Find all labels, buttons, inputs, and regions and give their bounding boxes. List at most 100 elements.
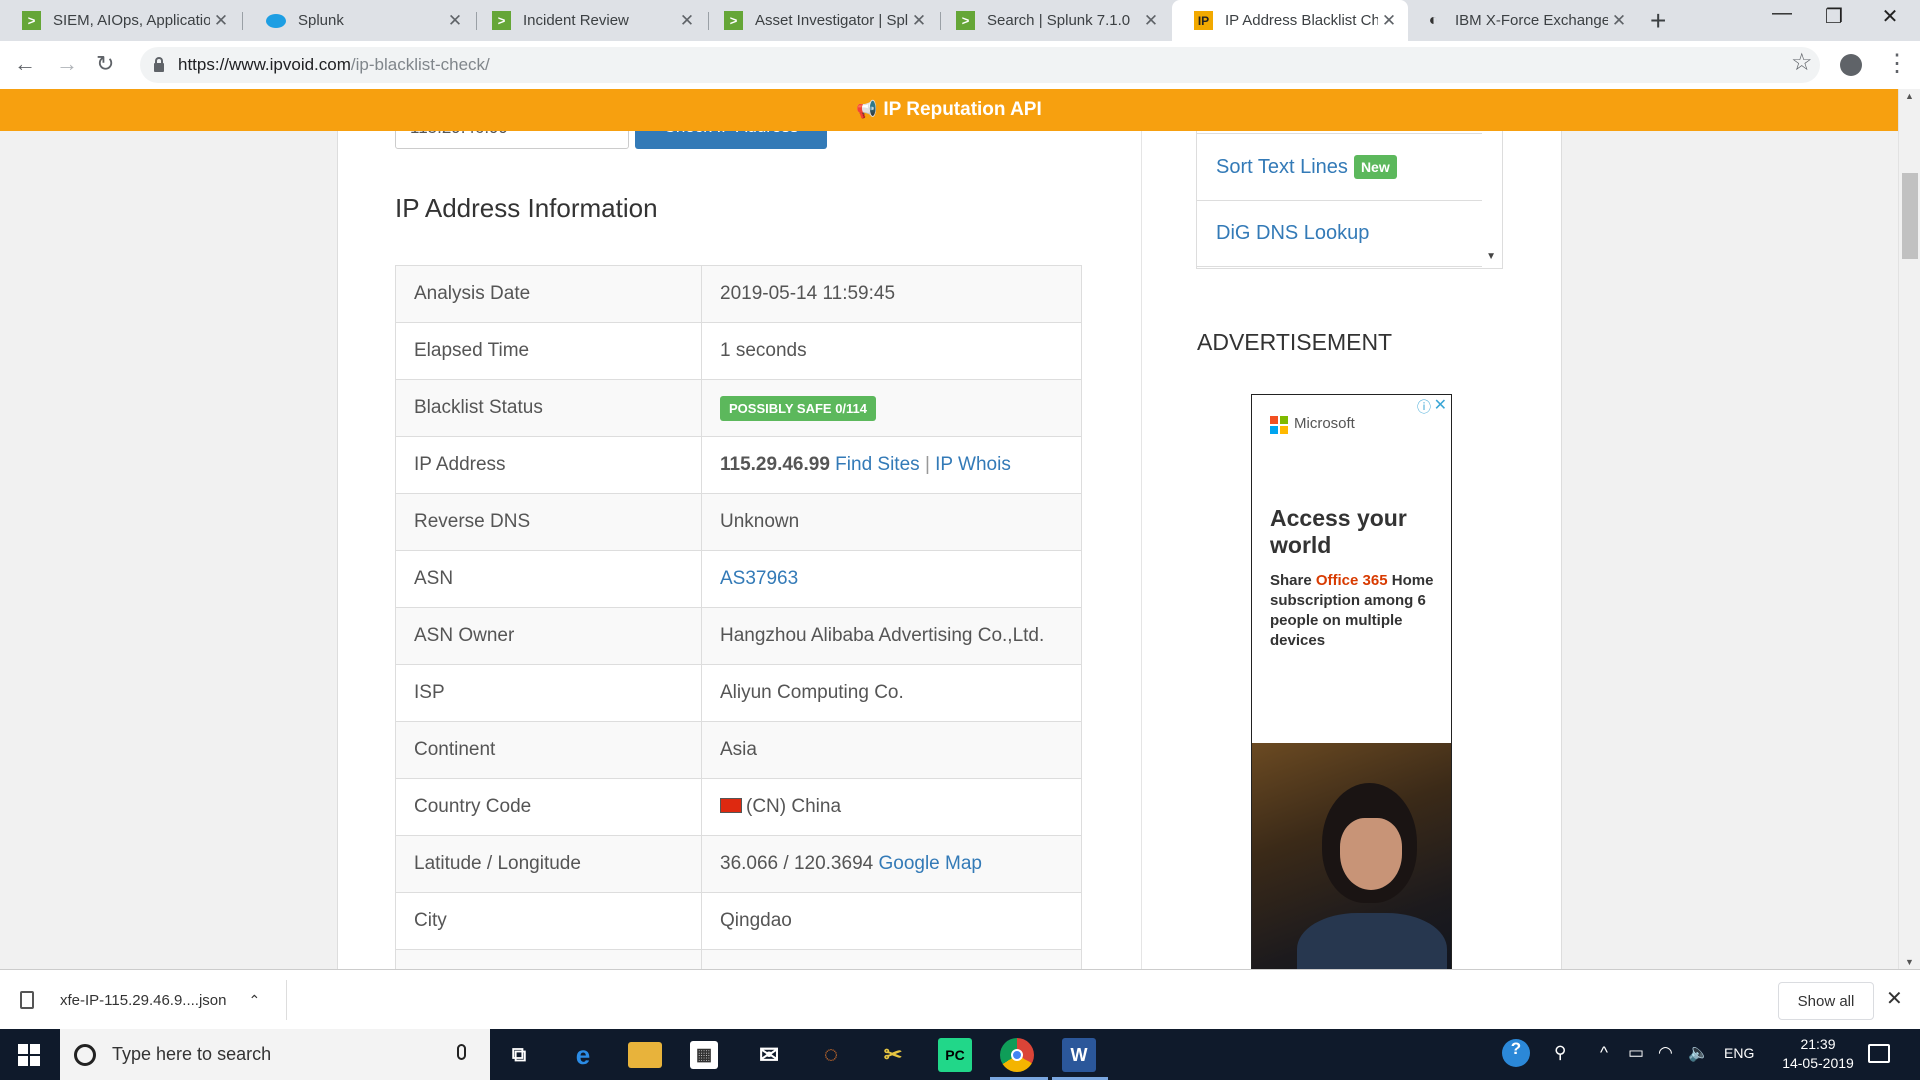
close-tab-icon[interactable]: ✕ (676, 11, 698, 31)
task-view-icon[interactable]: ⧉ (502, 1038, 536, 1072)
store-icon[interactable]: ▦ (690, 1041, 718, 1069)
download-item[interactable]: xfe-IP-115.29.46.9....json ⌃ (20, 982, 260, 1018)
tool-sort-text-lines[interactable]: Sort Text Lines New (1197, 133, 1482, 200)
adchoices-icon[interactable]: ⓘ (1417, 397, 1431, 417)
chevron-up-icon[interactable]: ^ (1600, 1043, 1608, 1063)
splunk-icon: > (956, 11, 975, 30)
splunk-icon: > (22, 11, 41, 30)
word-icon[interactable]: W (1062, 1038, 1096, 1072)
microsoft-ad[interactable]: ⓘ ✕ Microsoft Access your world Share Of… (1251, 394, 1452, 969)
salesforce-cloud-icon (266, 13, 286, 28)
ipvoid-icon: IP (1194, 11, 1213, 30)
url-path: /ip-blacklist-check/ (350, 55, 490, 74)
edge-icon[interactable]: e (566, 1038, 600, 1072)
google-map-link[interactable]: Google Map (878, 853, 982, 874)
jupyter-icon[interactable]: ◌ (814, 1038, 848, 1072)
scroll-down-arrow-icon[interactable]: ▼ (1905, 957, 1914, 967)
chrome-icon[interactable] (1000, 1038, 1034, 1072)
tab-search-splunk[interactable]: > Search | Splunk 7.1.0 ✕ (934, 0, 1170, 41)
back-arrow-icon[interactable]: ← (14, 51, 36, 77)
page-scrollbar[interactable]: ▲ ▼ (1898, 89, 1920, 969)
minimize-icon[interactable]: — (1762, 2, 1802, 25)
chevron-up-icon[interactable]: ⌃ (249, 992, 261, 1009)
windows-taskbar: Type here to search ⧉ e ▦ ✉ ◌ ✂ PC W ? ⚲… (0, 1029, 1920, 1080)
cortana-icon (74, 1043, 96, 1066)
elapsed-time-value: 1 seconds (701, 322, 1082, 380)
tab-incident-review[interactable]: > Incident Review ✕ (470, 0, 706, 41)
tab-splunk[interactable]: Splunk ✕ (244, 0, 474, 41)
microphone-icon[interactable] (457, 1044, 466, 1060)
menu-kebab-icon[interactable]: ⋮ (1885, 49, 1909, 78)
people-icon[interactable]: ⚲ (1554, 1043, 1566, 1063)
city-value: Qingdao (701, 892, 1082, 950)
forward-arrow-icon[interactable]: → (56, 51, 78, 77)
new-tab-icon[interactable]: + (1650, 5, 1666, 37)
file-icon (20, 991, 34, 1009)
show-all-button[interactable]: Show all (1778, 982, 1874, 1020)
megaphone-icon: 📢 (856, 100, 878, 119)
close-tab-icon[interactable]: ✕ (444, 11, 466, 31)
wifi-icon[interactable]: ◠ (1658, 1043, 1673, 1063)
row-label: City (395, 892, 702, 950)
mail-icon[interactable]: ✉ (752, 1038, 786, 1072)
country-code-value: (CN) China (746, 796, 842, 817)
address-bar[interactable]: https://www.ipvoid.com/ip-blacklist-chec… (140, 47, 1820, 83)
language-indicator[interactable]: ENG (1724, 1045, 1754, 1061)
scroll-down-arrow-icon[interactable]: ▼ (1486, 251, 1496, 262)
ad-headline: Access your world (1270, 505, 1407, 558)
search-placeholder: Type here to search (112, 1044, 272, 1064)
blacklist-status-badge: POSSIBLY SAFE 0/114 (720, 395, 877, 421)
splunk-icon: > (492, 11, 511, 30)
ad-photo-face (1340, 818, 1402, 890)
tool-dig-dns-lookup[interactable]: DiG DNS Lookup (1197, 200, 1482, 267)
advertisement-label: ADVERTISEMENT (1197, 329, 1393, 355)
tab-xforce[interactable]: ◐ IBM X-Force Exchange ✕ (1402, 0, 1638, 41)
table-row: Latitude / Longitude 36.066 / 120.3694 G… (395, 835, 1082, 893)
ad-brand: Microsoft (1294, 415, 1355, 432)
china-flag-icon (720, 798, 742, 813)
ad-close-icon[interactable]: ✕ (1434, 395, 1447, 415)
row-label: IP Address (395, 436, 702, 494)
windows-start-icon[interactable] (18, 1044, 40, 1066)
file-explorer-icon[interactable] (628, 1042, 662, 1068)
close-tab-icon[interactable]: ✕ (1378, 11, 1400, 31)
close-tab-icon[interactable]: ✕ (1140, 11, 1162, 31)
close-tab-icon[interactable]: ✕ (210, 11, 232, 31)
page-viewport: 115.29.46.99 Check IP Address IP Address… (0, 131, 1898, 969)
lat-long-value: 36.066 / 120.3694 (720, 853, 874, 874)
volume-icon[interactable]: 🔈 (1688, 1043, 1709, 1063)
scroll-up-arrow-icon[interactable]: ▲ (1905, 91, 1914, 101)
pycharm-icon[interactable]: PC (938, 1038, 972, 1072)
tab-asset-investigator[interactable]: > Asset Investigator | Spl ✕ (702, 0, 938, 41)
clock[interactable]: 21:39 14-05-2019 (1770, 1035, 1866, 1073)
reload-icon[interactable]: ↻ (96, 51, 114, 77)
close-tab-icon[interactable]: ✕ (1608, 11, 1630, 31)
taskbar-search-box[interactable]: Type here to search (60, 1029, 490, 1080)
tools-icon[interactable]: ✂ (876, 1038, 910, 1072)
ip-whois-link[interactable]: IP Whois (935, 454, 1011, 475)
tab-ipvoid[interactable]: IP IP Address Blacklist Ch ✕ (1172, 0, 1408, 41)
url-host: https://www.ipvoid.com (178, 55, 351, 74)
find-sites-link[interactable]: Find Sites (835, 454, 919, 475)
close-tab-icon[interactable]: ✕ (908, 11, 930, 31)
check-ip-button[interactable]: Check IP Address (635, 131, 827, 149)
row-label: ISP (395, 664, 702, 722)
scrollbar-thumb[interactable] (1902, 173, 1918, 259)
clock-time: 21:39 (1800, 1036, 1836, 1052)
close-shelf-icon[interactable]: ✕ (1886, 986, 1903, 1011)
action-center-icon[interactable] (1868, 1044, 1890, 1063)
asn-link[interactable]: AS37963 (720, 568, 798, 589)
row-label: ASN (395, 550, 702, 608)
profile-avatar-icon[interactable] (1840, 54, 1862, 76)
new-badge: New (1353, 155, 1397, 179)
ip-reputation-api-banner[interactable]: 📢 IP Reputation API (0, 89, 1898, 131)
restore-icon[interactable]: ❐ (1814, 4, 1854, 29)
bookmark-star-icon[interactable]: ☆ (1791, 48, 1813, 77)
close-window-icon[interactable]: ✕ (1870, 4, 1910, 29)
tab-siem[interactable]: > SIEM, AIOps, Applicatio ✕ (0, 0, 240, 41)
battery-icon[interactable]: ▭ (1628, 1043, 1644, 1063)
help-icon[interactable]: ? (1502, 1039, 1530, 1067)
table-row: Continent Asia (395, 721, 1082, 779)
tools-list[interactable]: Sort Text Lines New DiG DNS Lookup ▼ (1196, 131, 1503, 269)
ip-address-input[interactable]: 115.29.46.99 (395, 131, 629, 149)
